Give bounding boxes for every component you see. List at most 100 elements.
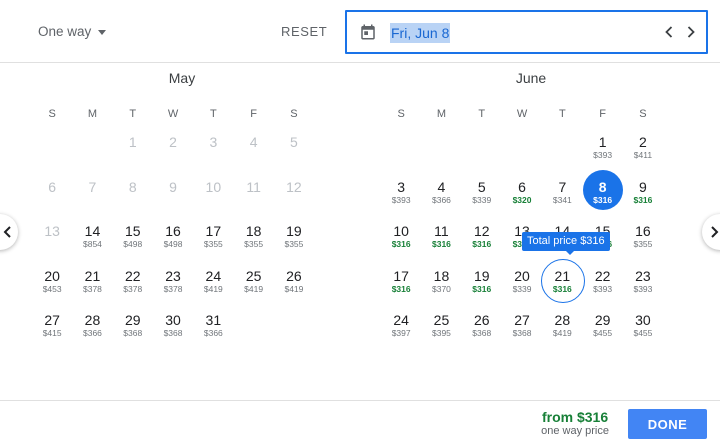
day-cell[interactable]: 23 $393: [623, 268, 663, 313]
day-cell[interactable]: 18 $355: [233, 223, 273, 268]
day-cell[interactable]: 29 $455: [582, 312, 622, 357]
day-cell[interactable]: 9 $316: [623, 179, 663, 224]
empty-cell: [462, 134, 502, 179]
day-cell: 8: [113, 179, 153, 224]
day-cell[interactable]: 30 $455: [623, 312, 663, 357]
day-cell[interactable]: 2 $411: [623, 134, 663, 179]
day-cell[interactable]: 5 $339: [462, 179, 502, 224]
day-cell[interactable]: 17 $355: [193, 223, 233, 268]
day-price: $355: [203, 239, 223, 249]
day-number: 10: [205, 178, 222, 195]
day-cell[interactable]: 28 $419: [542, 312, 582, 357]
done-button[interactable]: DONE: [628, 409, 707, 439]
weekday-label: T: [129, 108, 137, 120]
day-cell[interactable]: 14 $854: [72, 223, 112, 268]
day-cell[interactable]: 27 $368: [502, 312, 542, 357]
month-june: June S M T W T F S 1 $393 2 $411 3 $393 4 $366 5…: [381, 70, 671, 357]
day-number: 27: [44, 312, 60, 328]
reset-button[interactable]: RESET: [281, 24, 327, 39]
day-price: $397: [391, 328, 411, 338]
day-cell[interactable]: 16 $355: [623, 223, 663, 268]
day-number: 19: [286, 223, 302, 239]
weekday-label: T: [558, 108, 566, 120]
day-number: 8: [598, 178, 607, 195]
day-number: 21: [554, 267, 571, 284]
day-cell[interactable]: 20 $453: [32, 268, 72, 313]
departure-date-field[interactable]: Fri, Jun 8: [345, 10, 708, 54]
previous-month-button[interactable]: [0, 214, 18, 250]
trip-type-label: One way: [38, 24, 92, 39]
day-cell[interactable]: 20 $339: [502, 268, 542, 313]
day-cell[interactable]: 21 $378: [72, 268, 112, 313]
day-cell[interactable]: 7 $341: [542, 179, 582, 224]
day-price: $395: [431, 328, 451, 338]
day-cell[interactable]: 16 $498: [153, 223, 193, 268]
day-number: 31: [205, 312, 222, 328]
day-cell[interactable]: 18 $370: [421, 268, 461, 313]
day-cell[interactable]: 25 $419: [233, 268, 273, 313]
day-cell[interactable]: 22 $393: [582, 268, 622, 313]
day-price: $368: [163, 328, 183, 338]
day-cell-hovered[interactable]: 21 $316: [541, 258, 586, 313]
day-cell[interactable]: 11 $316: [421, 223, 461, 268]
day-cell[interactable]: 30 $368: [153, 312, 193, 357]
day-cell[interactable]: 27 $415: [32, 312, 72, 357]
month-may: May S M T W T F S 1 2 3 4 5 6 7 8 9 10 11 12 13 14 $85…: [32, 70, 322, 357]
day-cell[interactable]: 26 $368: [462, 312, 502, 357]
day-cell[interactable]: 31 $366: [193, 312, 233, 357]
day-cell[interactable]: 12 $316: [462, 223, 502, 268]
day-number: 28: [554, 312, 571, 328]
chevron-left-icon[interactable]: [661, 24, 677, 40]
day-number: 19: [473, 267, 490, 284]
day-number: 12: [286, 178, 302, 195]
day-cell[interactable]: 19 $355: [274, 223, 314, 268]
day-cell-selected[interactable]: 8 $316: [582, 169, 623, 224]
day-price: $339: [472, 194, 492, 205]
day-price: $368: [472, 328, 492, 338]
day-number: 11: [434, 223, 449, 239]
day-number: 7: [88, 178, 97, 195]
day-cell[interactable]: 19 $316: [462, 268, 502, 313]
day-cell[interactable]: 29 $368: [113, 312, 153, 357]
day-price: $370: [431, 283, 451, 294]
day-number: 28: [84, 312, 101, 328]
day-number: 10: [393, 223, 409, 239]
day-cell: 6: [32, 179, 72, 224]
day-number: 25: [245, 267, 262, 284]
day-cell[interactable]: 28 $366: [72, 312, 112, 357]
day-number: 20: [514, 267, 530, 284]
chevron-right-icon: [711, 226, 719, 238]
day-number: 26: [286, 267, 302, 284]
day-number: 9: [639, 178, 647, 195]
empty-cell: [32, 134, 72, 179]
day-cell[interactable]: 3 $393: [381, 179, 421, 224]
day-number: 24: [205, 267, 222, 284]
next-month-button[interactable]: [702, 214, 720, 250]
day-cell[interactable]: 15 $498: [113, 223, 153, 268]
chevron-right-icon[interactable]: [683, 24, 699, 40]
day-price: $320: [512, 194, 532, 205]
day-cell: 3: [193, 134, 233, 179]
day-cell[interactable]: 24 $397: [381, 312, 421, 357]
day-cell[interactable]: 4 $366: [421, 179, 461, 224]
trip-type-dropdown[interactable]: One way: [38, 24, 107, 39]
day-cell[interactable]: 17 $316: [381, 268, 421, 313]
day-cell[interactable]: 22 $378: [113, 268, 153, 313]
day-price: $316: [472, 283, 492, 294]
day-cell[interactable]: 24 $419: [193, 268, 233, 313]
day-cell: 4: [233, 134, 273, 179]
day-number: 11: [246, 178, 261, 195]
day-price: $339: [512, 283, 532, 294]
day-cell[interactable]: 10 $316: [381, 223, 421, 268]
day-number: 27: [514, 312, 530, 328]
day-number: 4: [437, 178, 446, 195]
day-number: 2: [169, 134, 177, 150]
day-cell[interactable]: 6 $320: [502, 179, 542, 224]
day-number: 16: [165, 223, 181, 239]
day-grid: 1 2 3 4 5 6 7 8 9 10 11 12 13 14 $854 15 $498 16 $498 17 $35…: [32, 134, 322, 357]
weekday-label: T: [478, 108, 486, 120]
selected-date-text[interactable]: Fri, Jun 8: [390, 23, 451, 43]
day-cell[interactable]: 23 $378: [153, 268, 193, 313]
day-cell[interactable]: 25 $395: [421, 312, 461, 357]
day-cell[interactable]: 26 $419: [274, 268, 314, 313]
